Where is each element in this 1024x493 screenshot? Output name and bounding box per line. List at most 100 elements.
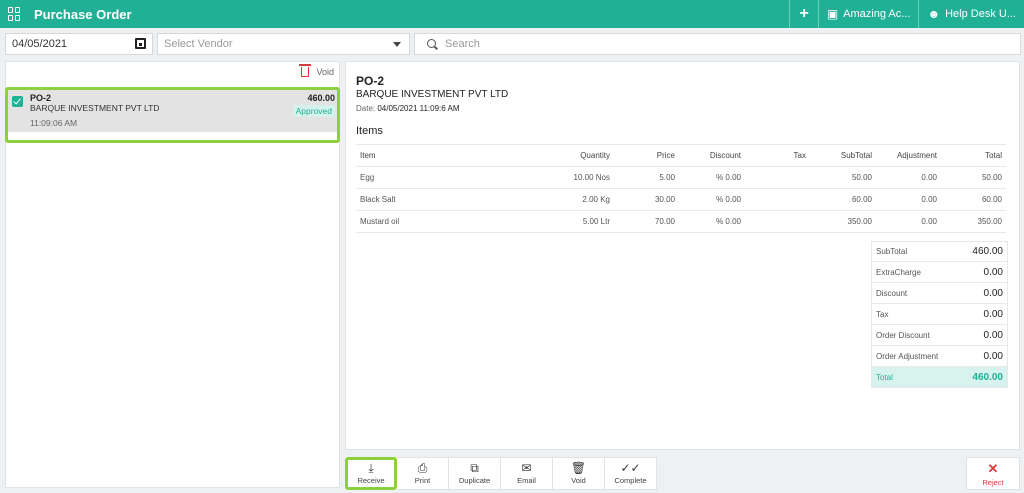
- cell: 350.00: [810, 210, 876, 233]
- col-quantity: Quantity: [506, 144, 614, 167]
- void-list-label: Void: [316, 67, 334, 77]
- page-title: Purchase Order: [34, 6, 132, 22]
- mail-icon: ✉: [521, 461, 532, 475]
- order-list-panel: Void PO-2 BARQUE INVESTMENT PVT LTD 11:0…: [5, 61, 340, 488]
- total-row-tax: Tax 0.00: [871, 304, 1008, 325]
- total-label: Total: [876, 372, 893, 382]
- cell: % 0.00: [679, 166, 745, 189]
- order-number: PO-2: [30, 93, 52, 103]
- total-row-discount: Discount 0.00: [871, 283, 1008, 304]
- store-icon: ▣: [826, 7, 839, 21]
- copy-icon: ⧉: [470, 461, 479, 475]
- table-row: Mustard oil 5.00 Ltr 70.00 % 0.00 350.00…: [356, 210, 1006, 233]
- total-row-order-adjustment: Order Adjustment 0.00: [871, 346, 1008, 367]
- total-value: 0.00: [983, 308, 1003, 320]
- total-row-grand-total: Total 460.00: [871, 367, 1008, 388]
- reject-button[interactable]: ✕ Reject: [966, 457, 1020, 490]
- detail-po-number: PO-2: [356, 74, 385, 88]
- total-label: Discount: [876, 288, 908, 298]
- email-label: Email: [517, 476, 536, 485]
- cell: 60.00: [941, 188, 1006, 211]
- order-list-item[interactable]: PO-2 BARQUE INVESTMENT PVT LTD 11:09:06 …: [5, 87, 340, 143]
- chevron-down-icon: [393, 42, 401, 47]
- col-price: Price: [614, 144, 679, 167]
- total-value: 460.00: [972, 246, 1003, 257]
- close-icon: ✕: [987, 460, 999, 476]
- cell: 2.00 Kg: [506, 188, 614, 211]
- complete-button[interactable]: ✓✓ Complete: [605, 457, 657, 490]
- cell: 0.00: [876, 166, 941, 189]
- store-label: Amazing Ac...: [843, 8, 911, 20]
- print-button[interactable]: ⎙ Print: [397, 457, 449, 490]
- status-badge: Approved: [292, 105, 335, 117]
- printer-icon: ⎙: [417, 461, 428, 475]
- action-toolbar: ⤓ Receive ⎙ Print ⧉ Duplicate ✉ Email 🗑 …: [345, 457, 657, 490]
- cell: 0.00: [876, 210, 941, 233]
- reject-label: Reject: [982, 477, 1004, 487]
- user-icon: ☻: [927, 7, 941, 21]
- cell: 50.00: [810, 166, 876, 189]
- add-button[interactable]: +: [789, 0, 817, 28]
- total-label: SubTotal: [876, 247, 908, 256]
- total-label: Order Adjustment: [876, 351, 939, 361]
- cell: 10.00 Nos: [506, 166, 614, 189]
- items-table: Item Quantity Price Discount Tax SubTota…: [356, 144, 1006, 233]
- cell: 5.00 Ltr: [506, 210, 614, 233]
- table-row: Egg 10.00 Nos 5.00 % 0.00 50.00 0.00 50.…: [356, 166, 1006, 189]
- user-label: Help Desk U...: [945, 8, 1016, 20]
- user-menu[interactable]: ☻ Help Desk U...: [918, 0, 1024, 28]
- col-discount: Discount: [679, 144, 745, 167]
- cell: % 0.00: [679, 210, 745, 233]
- order-vendor: BARQUE INVESTMENT PVT LTD: [30, 103, 160, 113]
- col-item: Item: [356, 144, 506, 167]
- cell: [745, 188, 810, 211]
- store-selector[interactable]: ▣ Amazing Ac...: [817, 0, 919, 28]
- total-label: Tax: [876, 309, 889, 319]
- order-checkbox[interactable]: [12, 96, 23, 107]
- col-subtotal: SubTotal: [810, 144, 876, 167]
- apps-grid-icon[interactable]: [8, 7, 22, 21]
- download-icon: ⤓: [368, 461, 374, 475]
- search-placeholder: Search: [445, 38, 480, 50]
- total-value: 0.00: [983, 329, 1003, 341]
- cell: 70.00: [614, 210, 679, 233]
- receive-button[interactable]: ⤓ Receive: [345, 457, 397, 490]
- total-value: 460.00: [972, 371, 1003, 383]
- detail-date-value: 04/05/2021 11:09:6 AM: [377, 104, 460, 113]
- total-row-subtotal: SubTotal 460.00: [871, 241, 1008, 262]
- items-heading: Items: [356, 125, 383, 137]
- totals-summary: SubTotal 460.00 ExtraCharge 0.00 Discoun…: [871, 241, 1008, 388]
- col-adjustment: Adjustment: [876, 144, 941, 167]
- cell: 30.00: [614, 188, 679, 211]
- detail-date: Date: 04/05/2021 11:09:6 AM: [356, 104, 460, 113]
- trash-icon: 🗑: [570, 461, 587, 475]
- vendor-placeholder: Select Vendor: [164, 38, 233, 50]
- table-header-row: Item Quantity Price Discount Tax SubTota…: [356, 144, 1006, 167]
- cell: [745, 166, 810, 189]
- void-button[interactable]: 🗑 Void: [553, 457, 605, 490]
- duplicate-button[interactable]: ⧉ Duplicate: [449, 457, 501, 490]
- trash-icon: [299, 64, 312, 77]
- col-tax: Tax: [745, 144, 810, 167]
- cell: Black Salt: [356, 188, 506, 211]
- total-label: Order Discount: [876, 330, 930, 340]
- receive-label: Receive: [357, 476, 385, 485]
- cell: 60.00: [810, 188, 876, 211]
- search-input[interactable]: Search: [414, 33, 1021, 55]
- complete-label: Complete: [614, 476, 647, 485]
- calendar-icon[interactable]: [135, 38, 146, 49]
- date-value: 04/05/2021: [12, 38, 68, 50]
- vendor-select[interactable]: Select Vendor: [157, 33, 410, 55]
- order-time: 11:09:06 AM: [30, 118, 78, 128]
- cell: 50.00: [941, 166, 1006, 189]
- cell: 350.00: [941, 210, 1006, 233]
- total-row-order-discount: Order Discount 0.00: [871, 325, 1008, 346]
- print-label: Print: [414, 476, 431, 485]
- detail-vendor: BARQUE INVESTMENT PVT LTD: [356, 89, 509, 100]
- void-list-button[interactable]: Void: [299, 64, 334, 77]
- email-button[interactable]: ✉ Email: [501, 457, 553, 490]
- date-picker[interactable]: 04/05/2021: [5, 33, 153, 55]
- cell: 5.00: [614, 166, 679, 189]
- filter-bar: 04/05/2021 Select Vendor Search: [5, 33, 1021, 55]
- cell: [745, 210, 810, 233]
